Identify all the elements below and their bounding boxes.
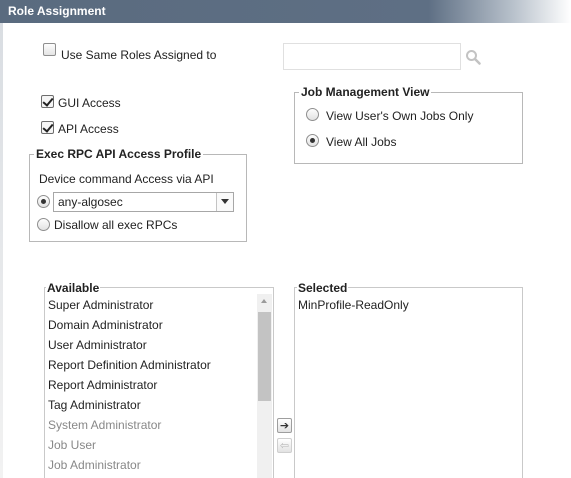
same-roles-checkbox[interactable] [43, 43, 56, 56]
list-item[interactable]: Report Definition Administrator [48, 358, 211, 372]
magnifier-icon[interactable] [465, 49, 481, 65]
list-item[interactable]: User Administrator [48, 338, 147, 352]
list-item: Job User [48, 438, 97, 452]
same-roles-label: Use Same Roles Assigned to [61, 48, 217, 62]
list-item[interactable]: MinProfile-ReadOnly [298, 298, 409, 312]
list-item[interactable]: Super Administrator [48, 298, 153, 312]
selected-roles-list[interactable]: MinProfile-ReadOnly [294, 287, 523, 478]
all-jobs-label: View All Jobs [326, 135, 397, 149]
same-roles-user-input[interactable] [283, 43, 461, 70]
disallow-rpc-label: Disallow all exec RPCs [54, 218, 178, 232]
available-title: Available [46, 281, 101, 295]
scroll-up-icon[interactable] [257, 294, 272, 308]
exec-rpc-subtitle: Device command Access via API [39, 172, 214, 186]
list-item: System Administrator [48, 418, 162, 432]
list-item[interactable]: Domain Administrator [48, 318, 163, 332]
arrow-left-icon[interactable]: ⇦ [277, 438, 292, 453]
scroll-thumb[interactable] [258, 312, 271, 401]
chevron-down-icon[interactable] [216, 193, 233, 211]
exec-rpc-legend: Exec RPC API Access Profile [36, 147, 202, 161]
profile-radio[interactable] [37, 195, 50, 208]
selected-title: Selected [297, 281, 349, 295]
rpc-profile-value: any-algosec [58, 195, 123, 209]
available-scrollbar[interactable] [257, 294, 272, 478]
job-view-legend: Job Management View [301, 85, 430, 99]
api-access-checkbox[interactable] [41, 121, 54, 134]
arrow-right-icon[interactable]: ➔ [277, 418, 292, 433]
job-view-fieldset: Job Management View [294, 85, 523, 164]
api-access-label: API Access [58, 122, 119, 136]
gui-access-label: GUI Access [58, 96, 121, 110]
list-item[interactable]: Tag Administrator [48, 398, 141, 412]
list-item[interactable]: Report Administrator [48, 378, 157, 392]
list-item: Job Administrator [48, 458, 141, 472]
left-edge-divider [0, 23, 3, 478]
gui-access-checkbox[interactable] [41, 95, 54, 108]
rpc-profile-select[interactable]: any-algosec [53, 192, 234, 212]
page-title: Role Assignment [0, 0, 571, 23]
own-jobs-radio[interactable] [306, 108, 319, 121]
all-jobs-radio[interactable] [306, 134, 319, 147]
disallow-rpc-radio[interactable] [37, 218, 50, 231]
own-jobs-label: View User's Own Jobs Only [326, 109, 474, 123]
available-roles-list[interactable]: Super Administrator Domain Administrator… [44, 287, 274, 478]
